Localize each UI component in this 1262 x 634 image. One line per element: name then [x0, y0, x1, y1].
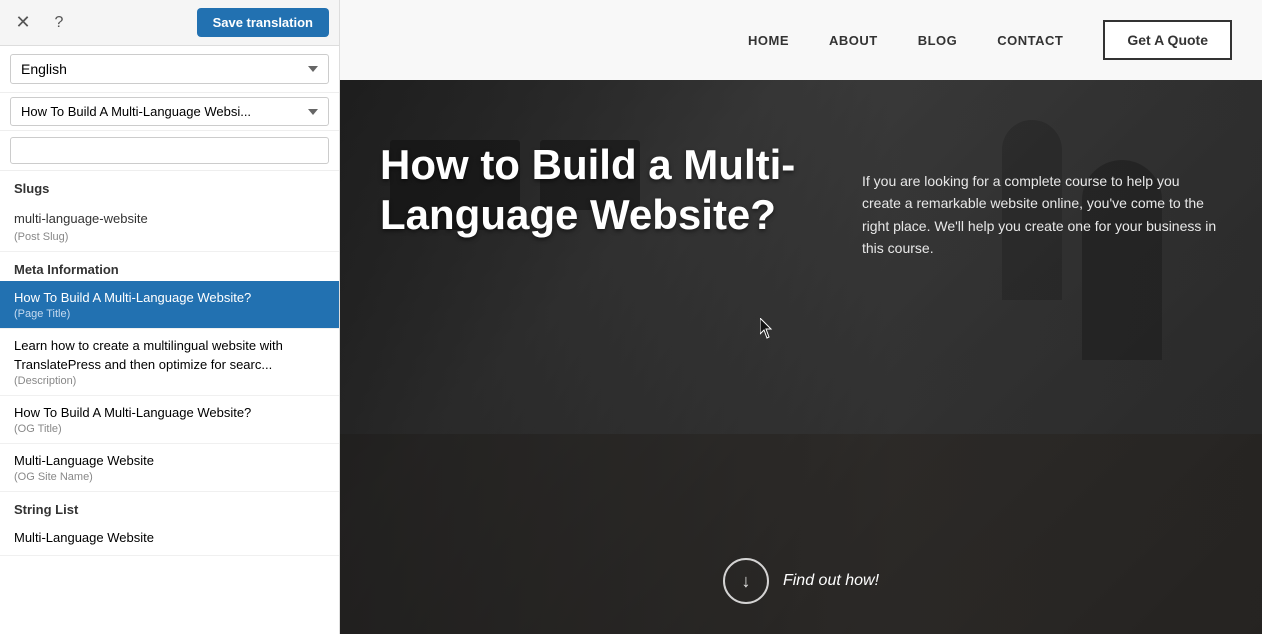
meta-og-title: How To Build A Multi-Language Website? [14, 404, 325, 422]
find-out-text: Find out how! [783, 572, 879, 590]
meta-page-title: How To Build A Multi-Language Website? [14, 289, 325, 307]
site-nav: HOME ABOUT BLOG CONTACT Get A Quote [340, 0, 1262, 80]
meta-description: Learn how to create a multilingual websi… [14, 337, 325, 373]
post-select[interactable]: How To Build A Multi-Language Websi... [10, 97, 329, 126]
arrow-down-icon: ↓ [741, 571, 750, 592]
meta-og-site-name-label: (OG Site Name) [14, 471, 325, 483]
left-panel: ✕ ? Save translation English French Span… [0, 0, 340, 634]
hero-content: How to Build a Multi-Language Website? I… [340, 80, 1262, 634]
list-item[interactable]: Learn how to create a multilingual websi… [0, 329, 339, 395]
list-item[interactable]: Multi-Language Website (OG Site Name) [0, 444, 339, 492]
toolbar: ✕ ? Save translation [0, 0, 339, 46]
search-input[interactable] [10, 137, 329, 164]
meta-page-title-label: (Page Title) [14, 308, 325, 320]
close-icon: ✕ [15, 12, 30, 33]
slug-subtitle: (Post Slug) [14, 231, 325, 243]
list-area: Slugs multi-language-website (Post Slug)… [0, 171, 339, 634]
nav-blog[interactable]: BLOG [918, 33, 958, 48]
post-select-wrap: How To Build A Multi-Language Websi... [0, 93, 339, 131]
string-list-section-header: String List [0, 492, 339, 521]
meta-description-label: (Description) [14, 375, 325, 387]
meta-og-site-name: Multi-Language Website [14, 452, 325, 470]
hero-right: If you are looking for a complete course… [862, 140, 1222, 260]
nav-home[interactable]: HOME [748, 33, 789, 48]
hero-description: If you are looking for a complete course… [862, 170, 1222, 260]
list-item[interactable]: multi-language-website (Post Slug) [0, 200, 339, 252]
meta-og-title-label: (OG Title) [14, 423, 325, 435]
meta-section-header: Meta Information [0, 252, 339, 281]
scroll-down-button[interactable]: ↓ [723, 558, 769, 604]
nav-contact[interactable]: CONTACT [997, 33, 1063, 48]
help-button[interactable]: ? [46, 10, 72, 36]
right-panel: HOME ABOUT BLOG CONTACT Get A Quote How … [340, 0, 1262, 634]
site-preview: HOME ABOUT BLOG CONTACT Get A Quote How … [340, 0, 1262, 634]
list-item[interactable]: How To Build A Multi-Language Website? (… [0, 281, 339, 329]
close-button[interactable]: ✕ [10, 10, 36, 36]
nav-about[interactable]: ABOUT [829, 33, 878, 48]
hero-title: How to Build a Multi-Language Website? [380, 140, 860, 241]
search-wrap [0, 131, 339, 171]
string-list-item-1: Multi-Language Website [14, 529, 325, 547]
language-select[interactable]: English French Spanish German [10, 54, 329, 84]
slugs-section-header: Slugs [0, 171, 339, 200]
hero-left: How to Build a Multi-Language Website? [380, 140, 862, 241]
list-item[interactable]: Multi-Language Website [0, 521, 339, 556]
slug-value: multi-language-website [14, 208, 325, 230]
hero-bottom: ↓ Find out how! [340, 558, 1262, 604]
language-select-wrap: English French Spanish German [0, 46, 339, 93]
nav-get-quote-button[interactable]: Get A Quote [1103, 20, 1232, 60]
help-icon: ? [55, 14, 64, 32]
save-translation-button[interactable]: Save translation [197, 8, 329, 37]
list-item[interactable]: How To Build A Multi-Language Website? (… [0, 396, 339, 444]
